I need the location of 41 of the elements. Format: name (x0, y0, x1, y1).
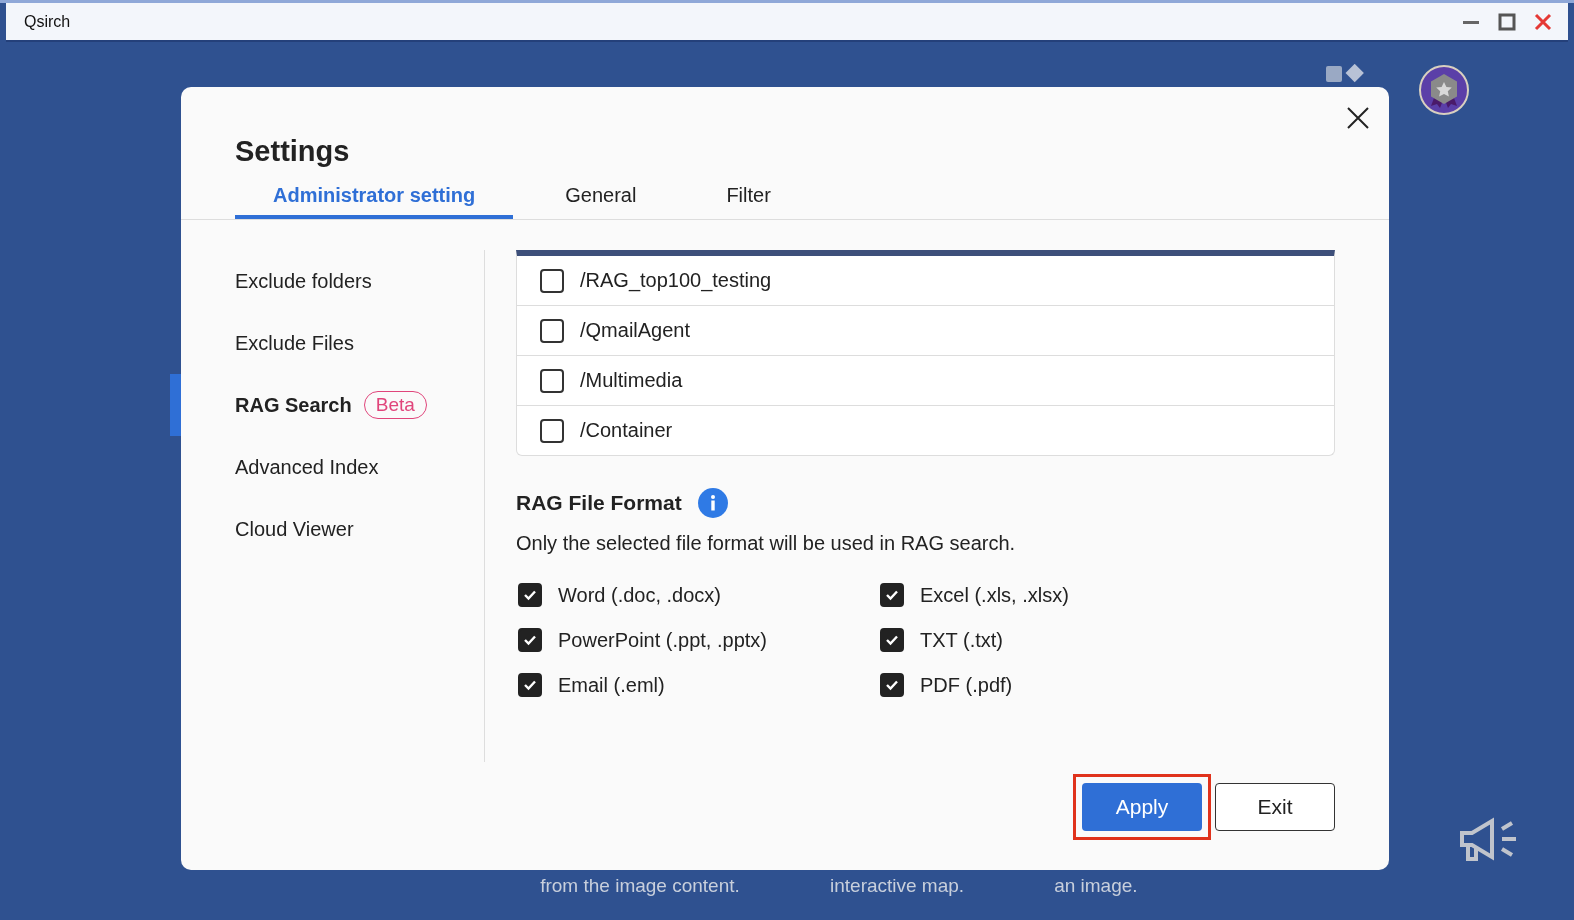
format-label: Email (.eml) (558, 673, 665, 697)
sidebar-item[interactable]: Exclude Files (170, 312, 473, 374)
caption-text: an image. (1054, 874, 1138, 898)
sidebar-item[interactable]: Cloud Viewer (170, 498, 473, 560)
description-text: Only the selected file format will be used in RAG search. (516, 532, 1017, 555)
avatar-icon[interactable] (1418, 64, 1470, 116)
caption-text: from the image content. (540, 874, 740, 898)
checkbox[interactable] (518, 628, 542, 652)
info-icon[interactable] (697, 488, 728, 518)
maximize-icon[interactable] (1498, 12, 1516, 31)
folder-path: /Multimedia (580, 369, 683, 392)
checkbox[interactable] (518, 583, 542, 607)
checkbox[interactable] (880, 628, 904, 652)
checkbox[interactable] (540, 268, 564, 293)
tab[interactable]: Filter (688, 182, 809, 219)
format-label: Excel (.xls, .xlsx) (920, 583, 1069, 607)
section-title: RAG File Format (516, 491, 682, 515)
checkbox[interactable] (880, 673, 904, 697)
folder-path: /Container (580, 419, 673, 442)
sidebar-item[interactable]: Exclude folders (170, 250, 473, 312)
close-icon[interactable] (1347, 107, 1369, 129)
format-label: PDF (.pdf) (920, 673, 1013, 697)
checkbox[interactable] (540, 368, 564, 393)
checkbox[interactable] (518, 673, 542, 697)
sidebar-item[interactable]: RAG Search Beta (170, 374, 473, 436)
sidebar-item[interactable]: Advanced Index (170, 436, 473, 498)
folder-path: /RAG_top100_testing (580, 269, 772, 292)
checkbox[interactable] (540, 418, 564, 443)
format-label: PowerPoint (.ppt, .pptx) (558, 628, 767, 652)
apply-button[interactable]: Apply (1082, 783, 1202, 831)
checkbox[interactable] (880, 583, 904, 607)
folder-path: /QmailAgent (580, 319, 691, 342)
checkbox[interactable] (540, 318, 564, 343)
caption-text: interactive map. (830, 874, 965, 898)
tab[interactable]: Administrator setting (235, 182, 514, 219)
format-label: Word (.doc, .docx) (558, 583, 722, 607)
dialog-title: Settings (235, 135, 351, 168)
format-label: TXT (.txt) (920, 628, 1003, 652)
window-title: Qsirch (24, 12, 71, 31)
exit-button[interactable]: Exit (1215, 783, 1335, 831)
tab[interactable]: General (513, 182, 689, 219)
